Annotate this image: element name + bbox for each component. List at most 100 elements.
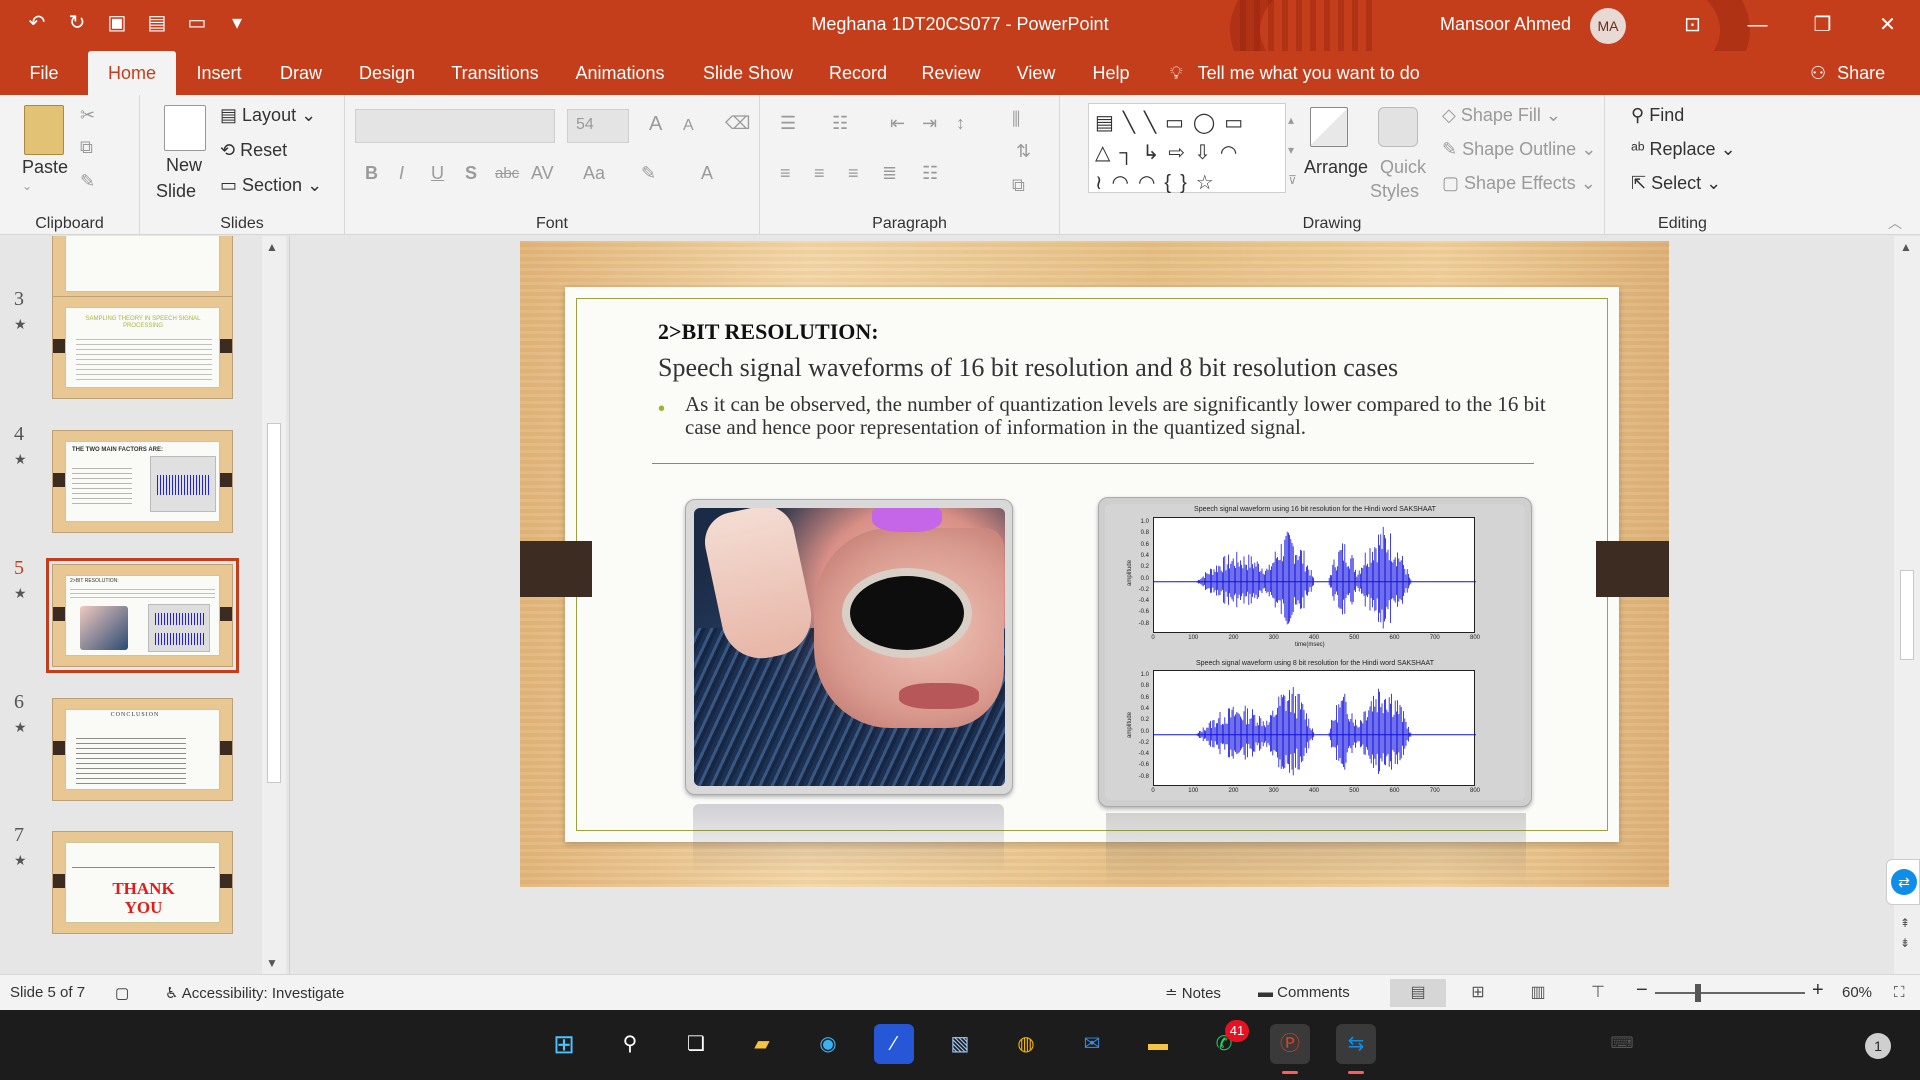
line-spacing-icon[interactable]: ↕ xyxy=(956,113,965,134)
slide-bullet-text[interactable]: As it can be observed, the number of qua… xyxy=(685,393,1585,439)
clear-formatting-icon[interactable]: ⌫ xyxy=(725,113,750,134)
collapse-ribbon-icon[interactable]: ︿ xyxy=(1888,213,1902,233)
mail-icon[interactable]: ✉ xyxy=(1072,1024,1112,1064)
tell-me-search[interactable]: 💡︎ Tell me what you want to do xyxy=(1170,51,1420,95)
change-case-button[interactable]: Aa xyxy=(583,163,605,184)
tab-slide-show[interactable]: Slide Show xyxy=(694,51,802,95)
slide-sorter-icon[interactable]: ⊞ xyxy=(1450,979,1506,1007)
comments-button[interactable]: ▬ Comments xyxy=(1258,984,1350,1001)
thumbnail-slide-3[interactable]: SAMPLING THEORY IN SPEECH SIGNAL PROCESS… xyxy=(52,296,233,399)
paste-icon[interactable] xyxy=(24,105,64,155)
thumbnail-slide-5[interactable]: 2>BIT RESOLUTION: xyxy=(46,558,239,673)
thumbnail-slide-2[interactable] xyxy=(52,236,233,303)
tab-insert[interactable]: Insert xyxy=(186,51,252,95)
arrange-button[interactable]: Arrange xyxy=(1304,157,1368,178)
restore-icon[interactable]: ❐ xyxy=(1790,8,1855,42)
close-icon[interactable]: ✕ xyxy=(1855,8,1920,42)
tab-record[interactable]: Record xyxy=(822,51,894,95)
share-button[interactable]: ⚇ Share xyxy=(1810,51,1885,95)
select-button[interactable]: ⇱ Select ⌄ xyxy=(1631,173,1721,194)
avatar[interactable]: MA xyxy=(1590,8,1626,44)
ribbon-display-icon[interactable]: ⊡ xyxy=(1660,8,1725,42)
justify-icon[interactable]: ≣ xyxy=(882,163,897,184)
cut-icon[interactable]: ✂ xyxy=(80,105,95,126)
character-spacing-button[interactable]: AV xyxy=(531,163,554,184)
quick-styles-line2[interactable]: Styles xyxy=(1370,181,1419,202)
increase-indent-icon[interactable]: ⇥ xyxy=(922,113,937,134)
font-name-box[interactable] xyxy=(355,109,555,143)
powerpoint-icon[interactable]: Ⓟ xyxy=(1270,1024,1310,1064)
teamviewer-tab[interactable]: ⇄ xyxy=(1886,859,1920,905)
layout-button[interactable]: ▤ Layout ⌄ xyxy=(220,105,316,126)
tab-file[interactable]: File xyxy=(16,51,72,95)
slide-subtitle[interactable]: Speech signal waveforms of 16 bit resolu… xyxy=(658,353,1398,383)
search-icon[interactable]: ⚲ xyxy=(610,1024,650,1064)
photo-frame[interactable] xyxy=(685,499,1013,795)
font-color-button[interactable]: A xyxy=(701,163,713,184)
edge-icon[interactable]: ◉ xyxy=(808,1024,848,1064)
numbering-icon[interactable]: ☷ xyxy=(832,113,848,134)
zoom-out-icon[interactable]: − xyxy=(1636,979,1648,1002)
notification-badge[interactable]: 1 xyxy=(1865,1033,1891,1059)
next-slide-icon[interactable]: ⇟ xyxy=(1900,936,1910,950)
bullets-icon[interactable]: ☰ xyxy=(780,113,796,134)
thumbnail-slide-7[interactable]: THANK YOU xyxy=(52,831,233,934)
tab-design[interactable]: Design xyxy=(352,51,422,95)
quick-styles-icon[interactable] xyxy=(1378,107,1418,147)
slide-show-icon[interactable]: ⊤ xyxy=(1570,979,1626,1007)
waveform-image[interactable]: Speech signal waveform using 16 bit reso… xyxy=(1098,497,1532,807)
file-explorer-icon[interactable]: ▰ xyxy=(742,1024,782,1064)
grow-font-button[interactable]: A xyxy=(649,113,662,136)
tab-animations[interactable]: Animations xyxy=(566,51,674,95)
column-layout-icon[interactable]: ☷ xyxy=(922,163,938,184)
align-right-icon[interactable]: ≡ xyxy=(848,163,859,184)
format-painter-icon[interactable]: ✎ xyxy=(80,171,95,192)
minimize-icon[interactable]: — xyxy=(1725,8,1790,42)
new-slide-button-line2[interactable]: Slide xyxy=(156,181,196,202)
zoom-in-icon[interactable]: + xyxy=(1812,979,1824,1002)
align-center-icon[interactable]: ≡ xyxy=(814,163,825,184)
tab-review[interactable]: Review xyxy=(914,51,988,95)
thumbnail-slide-6[interactable]: CONCLUSION xyxy=(52,698,233,801)
task-view-icon[interactable]: ❏ xyxy=(676,1024,716,1064)
reading-view-icon[interactable]: ▥ xyxy=(1510,979,1566,1007)
notes-button[interactable]: ≐ Notes xyxy=(1165,984,1221,1002)
chrome-icon[interactable]: ◍ xyxy=(1006,1024,1046,1064)
zoom-slider-knob[interactable] xyxy=(1695,984,1701,1002)
highlight-icon[interactable]: ✎ xyxy=(641,163,656,184)
scroll-up-icon[interactable]: ▲ xyxy=(266,240,278,254)
strikethrough-button[interactable]: abc xyxy=(495,165,519,182)
quick-styles-line1[interactable]: Quick xyxy=(1380,157,1426,178)
accessibility-button[interactable]: ♿︎ Accessibility: Investigate xyxy=(165,984,344,1002)
replace-button[interactable]: ᵃᵇ Replace ⌄ xyxy=(1631,139,1736,160)
zoom-slider[interactable] xyxy=(1655,992,1805,994)
tab-transitions[interactable]: Transitions xyxy=(444,51,546,95)
tab-home[interactable]: Home xyxy=(88,51,176,95)
thumbnail-scrollbar[interactable]: ▲ ▼ xyxy=(262,236,286,974)
shape-effects-button[interactable]: ▢ Shape Effects ⌄ xyxy=(1442,173,1596,194)
find-button[interactable]: ⚲ Find xyxy=(1631,105,1684,126)
paste-button[interactable]: Paste xyxy=(22,157,68,178)
decrease-indent-icon[interactable]: ⇤ xyxy=(890,113,905,134)
new-slide-icon[interactable] xyxy=(164,105,206,151)
scrollbar-thumb[interactable] xyxy=(1900,570,1914,660)
shape-outline-button[interactable]: ✎ Shape Outline ⌄ xyxy=(1442,139,1596,160)
shadow-button[interactable]: S xyxy=(465,163,477,184)
underline-button[interactable]: U xyxy=(431,163,444,184)
copy-icon[interactable]: ⧉ xyxy=(80,137,93,158)
shapes-gallery[interactable]: ▤╲╲▭◯▭ △┐↳⇨⇩◠ ≀◠◠{}☆ xyxy=(1088,103,1286,194)
arrange-icon[interactable] xyxy=(1310,107,1348,147)
shrink-font-button[interactable]: A xyxy=(683,117,694,135)
fit-to-window-icon[interactable]: ⛶ xyxy=(1894,984,1905,1001)
shape-fill-button[interactable]: ◇ Shape Fill ⌄ xyxy=(1442,105,1561,126)
section-button[interactable]: ▭ Section ⌄ xyxy=(220,175,322,196)
tab-draw[interactable]: Draw xyxy=(270,51,332,95)
slide-5[interactable]: 2>BIT RESOLUTION: Speech signal waveform… xyxy=(520,241,1669,887)
thumbnail-slide-4[interactable]: THE TWO MAIN FACTORS ARE: xyxy=(52,430,233,533)
columns-icon[interactable]: ⫼ xyxy=(1012,109,1020,130)
tab-view[interactable]: View xyxy=(1008,51,1064,95)
spelling-icon[interactable]: ▢ xyxy=(115,984,129,1002)
app-icon[interactable]: ⁄ xyxy=(874,1024,914,1064)
paste-dropdown-icon[interactable]: ⌄ xyxy=(22,179,32,193)
slide-heading[interactable]: 2>BIT RESOLUTION: xyxy=(658,319,879,345)
